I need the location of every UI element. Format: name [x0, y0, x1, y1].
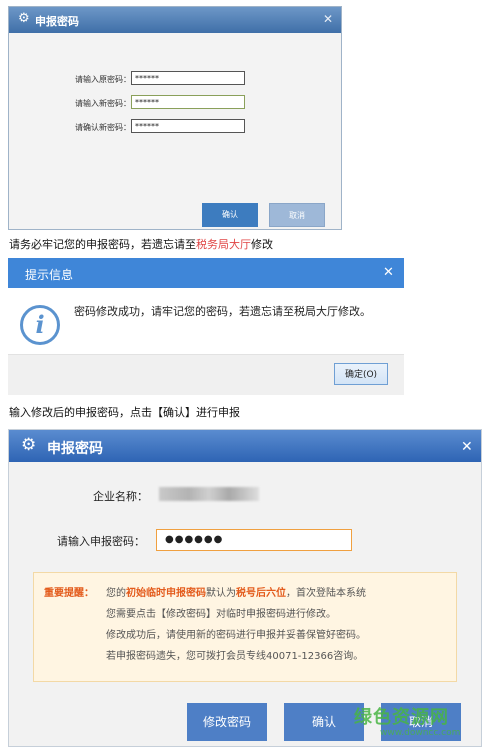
notice-line-4: 若申报密码遗失，您可拨打会员专线40071-12366咨询。 [106, 651, 364, 662]
important-notice: 重要提醒： 您的初始临时申报密码默认为税号后六位，首次登陆本系统 您需要点击【修… [33, 572, 457, 682]
gear-icon: ⚙ [21, 435, 37, 455]
message-text: 密码修改成功，请牢记您的密码，若遗忘请至税局大厅修改。 [74, 305, 371, 318]
confirm-password-field[interactable]: ****** [131, 119, 245, 133]
caption-text: 请务必牢记您的申报密码，若遗忘请至 [9, 238, 196, 251]
modify-password-button[interactable]: 修改密码 [187, 703, 267, 741]
caption-highlight: 税务局大厅 [196, 238, 251, 251]
password-label: 请输入申报密码： [57, 535, 145, 548]
gear-icon: ⚙ [18, 11, 30, 26]
dialog-title-bar: ⚙ 申报密码 ✕ [9, 430, 481, 462]
info-message-dialog: 提示信息 ✕ i 密码修改成功，请牢记您的密码，若遗忘请至税局大厅修改。 确定(… [8, 258, 404, 395]
confirm-password-label: 请确认新密码： [75, 123, 131, 132]
info-icon: i [20, 305, 60, 345]
dialog-title: 提示信息 [25, 268, 74, 282]
old-password-field[interactable]: ****** [131, 71, 245, 85]
company-name-value-blurred [159, 487, 259, 501]
confirm-button[interactable]: 确认 [284, 703, 364, 741]
dialog-title-bar: ⚙ 申报密码 ✕ [9, 7, 341, 33]
change-password-dialog: ⚙ 申报密码 ✕ 请输入原密码： ****** 请输入新密码： ****** 请… [8, 6, 342, 230]
declaration-password-dialog: ⚙ 申报密码 ✕ 企业名称： 请输入申报密码： ●●●●●● 重要提醒： 您的初… [8, 429, 482, 747]
close-icon[interactable]: ✕ [461, 439, 473, 455]
notice-line-3: 修改成功后，请使用新的密码进行申报并妥善保管好密码。 [106, 630, 366, 641]
new-password-field[interactable]: ****** [131, 95, 245, 109]
notice-highlight: 初始临时申报密码 [126, 588, 206, 599]
ok-button[interactable]: 确定(O) [334, 363, 388, 385]
caption-remember-password: 请务必牢记您的申报密码，若遗忘请至税务局大厅修改 [9, 236, 273, 252]
dialog-title-bar: 提示信息 ✕ [8, 258, 404, 288]
close-icon[interactable]: ✕ [323, 12, 333, 26]
confirm-button[interactable]: 确认 [202, 203, 258, 227]
watermark-logo: 绿色资源网 [354, 707, 449, 728]
password-input[interactable]: ●●●●●● [156, 529, 352, 551]
watermark-url: www.downcc.com [380, 728, 461, 738]
dialog-title: 申报密码 [47, 441, 103, 457]
notice-text: 默认为 [206, 588, 236, 599]
notice-title: 重要提醒： [44, 588, 94, 599]
company-name-label: 企业名称： [93, 490, 148, 503]
caption-text-end: 修改 [251, 238, 273, 251]
new-password-label: 请输入新密码： [75, 99, 131, 108]
cancel-button[interactable]: 取消 [269, 203, 325, 227]
old-password-label: 请输入原密码： [75, 75, 131, 84]
notice-text: ，首次登陆本系统 [286, 588, 366, 599]
dialog-title: 申报密码 [35, 15, 79, 28]
close-icon[interactable]: ✕ [383, 265, 394, 280]
caption-enter-password: 输入修改后的申报密码，点击【确认】进行申报 [9, 406, 240, 419]
notice-text: 您的 [106, 588, 126, 599]
notice-line-1: 您的初始临时申报密码默认为税号后六位，首次登陆本系统 [106, 584, 366, 599]
notice-line-2: 您需要点击【修改密码】对临时申报密码进行修改。 [106, 609, 336, 620]
notice-highlight: 税号后六位 [236, 588, 286, 599]
